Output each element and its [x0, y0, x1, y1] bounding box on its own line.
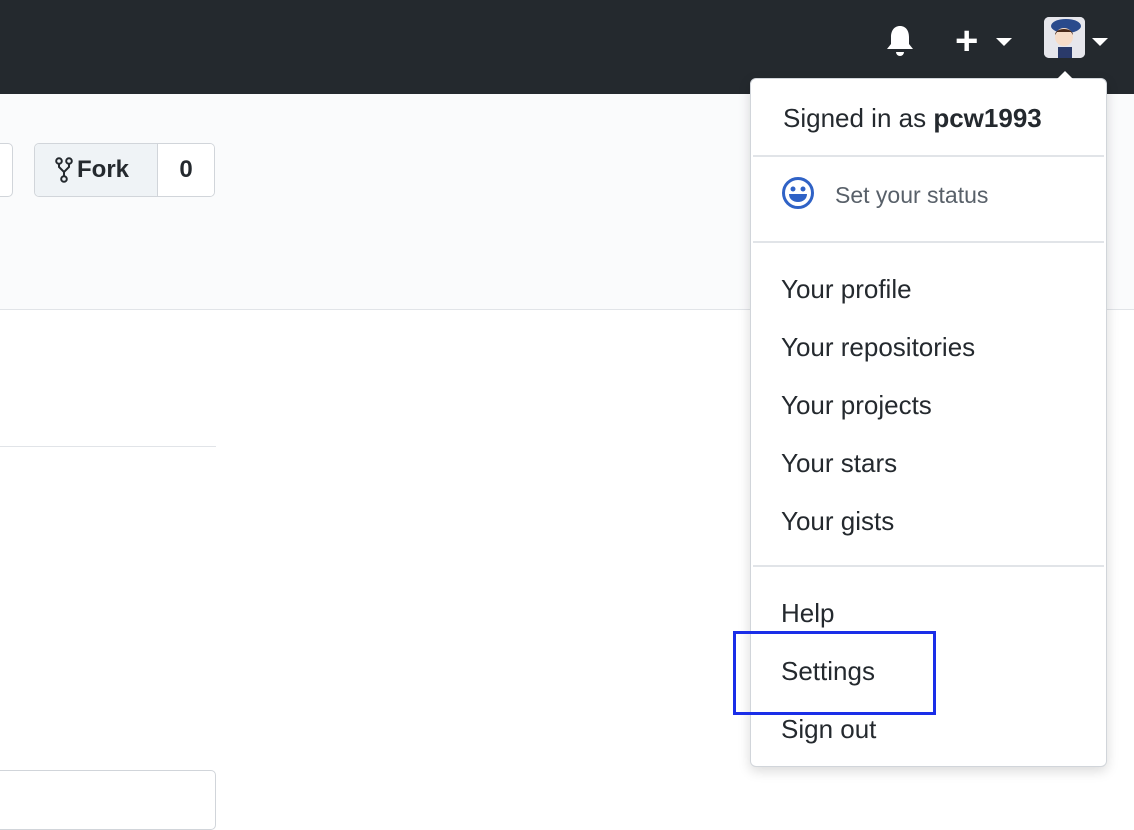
signed-in-prefix: Signed in as: [783, 103, 934, 133]
set-status-item[interactable]: Set your status: [781, 177, 989, 210]
avatar-caret-icon[interactable]: [1092, 38, 1108, 46]
create-caret-icon[interactable]: [996, 38, 1012, 46]
menu-item-sign-out[interactable]: Sign out: [781, 714, 876, 745]
menu-item-your-stars[interactable]: Your stars: [781, 448, 897, 479]
smiley-icon: [782, 177, 814, 209]
fork-button-group: Fork 0: [34, 143, 215, 197]
divider: [0, 446, 216, 447]
repo-action-button[interactable]: [0, 143, 13, 197]
fork-icon: [55, 157, 73, 183]
fork-count[interactable]: 0: [158, 144, 214, 196]
menu-item-your-gists[interactable]: Your gists: [781, 506, 894, 537]
menu-item-your-projects[interactable]: Your projects: [781, 390, 932, 421]
menu-item-help[interactable]: Help: [781, 598, 834, 629]
divider: [753, 565, 1104, 567]
username: pcw1993: [933, 103, 1042, 133]
menu-item-your-repositories[interactable]: Your repositories: [781, 332, 975, 363]
divider: [753, 155, 1104, 157]
set-status-label: Set your status: [835, 181, 989, 208]
avatar[interactable]: [1044, 17, 1085, 58]
plus-icon[interactable]: +: [955, 21, 978, 61]
bell-icon[interactable]: [884, 24, 916, 58]
divider: [753, 241, 1104, 243]
menu-item-your-profile[interactable]: Your profile: [781, 274, 912, 305]
signed-in-text: Signed in as pcw1993: [783, 103, 1042, 134]
fork-label: Fork: [77, 156, 130, 183]
text-input[interactable]: [0, 770, 216, 830]
settings-highlight-box: [733, 631, 936, 715]
fork-button[interactable]: Fork: [35, 144, 158, 196]
